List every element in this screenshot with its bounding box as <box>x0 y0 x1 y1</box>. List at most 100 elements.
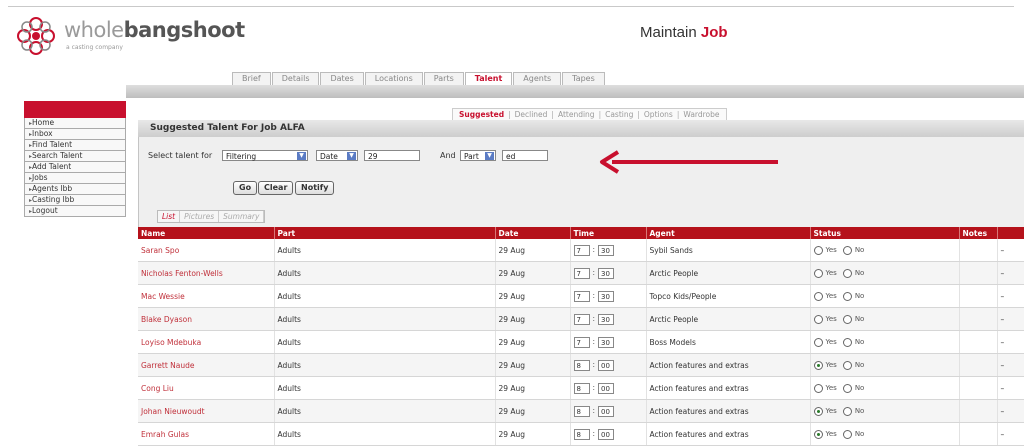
row-action-cell[interactable]: – <box>997 330 1024 354</box>
notes-cell[interactable] <box>959 399 998 423</box>
subtab-options[interactable]: Options <box>644 110 673 119</box>
status-no-radio[interactable] <box>842 406 852 416</box>
column-header-notes: Notes <box>959 227 998 239</box>
hour-input[interactable]: 7 <box>573 313 590 325</box>
minute-input[interactable]: 00 <box>598 382 615 394</box>
tab-parts[interactable]: Parts <box>423 72 464 85</box>
time-cell: 7:30 <box>570 330 647 354</box>
minute-input[interactable]: 00 <box>598 405 615 417</box>
minute-input[interactable]: 00 <box>598 359 615 371</box>
field2-value-input[interactable]: ed <box>502 150 548 161</box>
minute-input[interactable]: 30 <box>598 244 615 256</box>
status-yes-radio[interactable] <box>813 383 823 393</box>
tab-details[interactable]: Details <box>271 72 320 85</box>
hour-input[interactable]: 8 <box>573 359 590 371</box>
status-no-radio[interactable] <box>842 429 852 439</box>
subtab-suggested[interactable]: Suggested <box>459 110 504 119</box>
status-yes-radio[interactable] <box>813 429 823 439</box>
subtab-wardrobe[interactable]: Wardrobe <box>683 110 719 119</box>
talent-name-link[interactable]: Cong Liu <box>138 376 275 400</box>
status-yes-radio[interactable] <box>813 360 823 370</box>
sidebar-item-home[interactable]: Home <box>24 118 126 129</box>
tab-tapes[interactable]: Tapes <box>562 72 605 85</box>
tab-dates[interactable]: Dates <box>320 72 364 85</box>
talent-name-link[interactable]: Johan Nieuwoudt <box>138 399 275 423</box>
talent-name-link[interactable]: Loyiso Mdebuka <box>138 330 275 354</box>
minute-input[interactable]: 30 <box>598 313 615 325</box>
sidebar-item-logout[interactable]: Logout <box>24 206 126 217</box>
sidebar-item-agents-lbb[interactable]: Agents lbb <box>24 184 126 195</box>
notes-cell[interactable] <box>959 376 998 400</box>
go-button[interactable]: Go <box>233 181 258 195</box>
notify-button[interactable]: Notify <box>295 181 335 195</box>
notes-cell[interactable] <box>959 239 998 262</box>
status-no-radio[interactable] <box>842 245 852 255</box>
row-action-cell[interactable]: – <box>997 399 1024 423</box>
field2-select[interactable]: Part ▼ <box>460 150 496 161</box>
tab-talent[interactable]: Talent <box>464 72 513 85</box>
notes-cell[interactable] <box>959 330 998 354</box>
status-no-radio[interactable] <box>842 314 852 324</box>
sidebar-item-casting-lbb[interactable]: Casting lbb <box>24 195 126 206</box>
row-action-cell[interactable]: – <box>997 376 1024 400</box>
status-yes-radio[interactable] <box>813 245 823 255</box>
status-yes-radio[interactable] <box>813 291 823 301</box>
sidebar-item-inbox[interactable]: Inbox <box>24 129 126 140</box>
hour-input[interactable]: 8 <box>573 428 590 440</box>
view-tab-pictures[interactable]: Pictures <box>180 211 220 222</box>
minute-input[interactable]: 30 <box>598 290 615 302</box>
brand-logo[interactable]: wholebangshoot a casting company <box>14 14 264 60</box>
sidebar-item-find-talent[interactable]: Find Talent <box>24 140 126 151</box>
tab-agents[interactable]: Agents <box>513 72 562 85</box>
hour-input[interactable]: 7 <box>573 244 590 256</box>
subtab-casting[interactable]: Casting <box>605 110 633 119</box>
row-action-cell[interactable]: – <box>997 284 1024 308</box>
status-yes-radio[interactable] <box>813 314 823 324</box>
minute-input[interactable]: 00 <box>598 428 615 440</box>
hour-input[interactable]: 8 <box>573 405 590 417</box>
notes-cell[interactable] <box>959 307 998 331</box>
status-no-radio[interactable] <box>842 360 852 370</box>
clear-button[interactable]: Clear <box>258 181 294 195</box>
sidebar-item-search-talent[interactable]: Search Talent <box>24 151 126 162</box>
notes-cell[interactable] <box>959 353 998 377</box>
talent-name-link[interactable]: Garrett Naude <box>138 353 275 377</box>
talent-name-link[interactable]: Saran Spo <box>138 239 275 262</box>
view-tab-summary[interactable]: Summary <box>219 211 265 222</box>
notes-cell[interactable] <box>959 422 998 446</box>
row-action-cell[interactable]: – <box>997 239 1024 262</box>
status-yes-radio[interactable] <box>813 337 823 347</box>
hour-input[interactable]: 8 <box>573 382 590 394</box>
status-no-radio[interactable] <box>842 383 852 393</box>
minute-input[interactable]: 30 <box>598 267 615 279</box>
minute-input[interactable]: 30 <box>598 336 615 348</box>
row-action-cell[interactable]: – <box>997 422 1024 446</box>
status-no-radio[interactable] <box>842 291 852 301</box>
tab-brief[interactable]: Brief <box>232 72 271 85</box>
subtab-declined[interactable]: Declined <box>515 110 548 119</box>
subtab-attending[interactable]: Attending <box>558 110 595 119</box>
notes-cell[interactable] <box>959 284 998 308</box>
hour-input[interactable]: 7 <box>573 290 590 302</box>
hour-input[interactable]: 7 <box>573 267 590 279</box>
notes-cell[interactable] <box>959 261 998 285</box>
talent-name-link[interactable]: Emrah Gulas <box>138 422 275 446</box>
criteria-select[interactable]: Filtering ▼ <box>222 150 308 161</box>
field-value-input[interactable]: 29 <box>364 150 420 161</box>
status-yes-radio[interactable] <box>813 268 823 278</box>
row-action-cell[interactable]: – <box>997 307 1024 331</box>
row-action-cell[interactable]: – <box>997 353 1024 377</box>
view-tab-list[interactable]: List <box>158 211 181 222</box>
row-action-cell[interactable]: – <box>997 261 1024 285</box>
tab-locations[interactable]: Locations <box>364 72 423 85</box>
talent-name-link[interactable]: Mac Wessie <box>138 284 275 308</box>
talent-name-link[interactable]: Nicholas Fenton-Wells <box>138 261 275 285</box>
hour-input[interactable]: 7 <box>573 336 590 348</box>
status-yes-radio[interactable] <box>813 406 823 416</box>
sidebar-item-add-talent[interactable]: Add Talent <box>24 162 126 173</box>
sidebar-item-jobs[interactable]: Jobs <box>24 173 126 184</box>
talent-name-link[interactable]: Blake Dyason <box>138 307 275 331</box>
field-select[interactable]: Date ▼ <box>316 150 358 161</box>
status-no-radio[interactable] <box>842 337 852 347</box>
status-no-radio[interactable] <box>842 268 852 278</box>
